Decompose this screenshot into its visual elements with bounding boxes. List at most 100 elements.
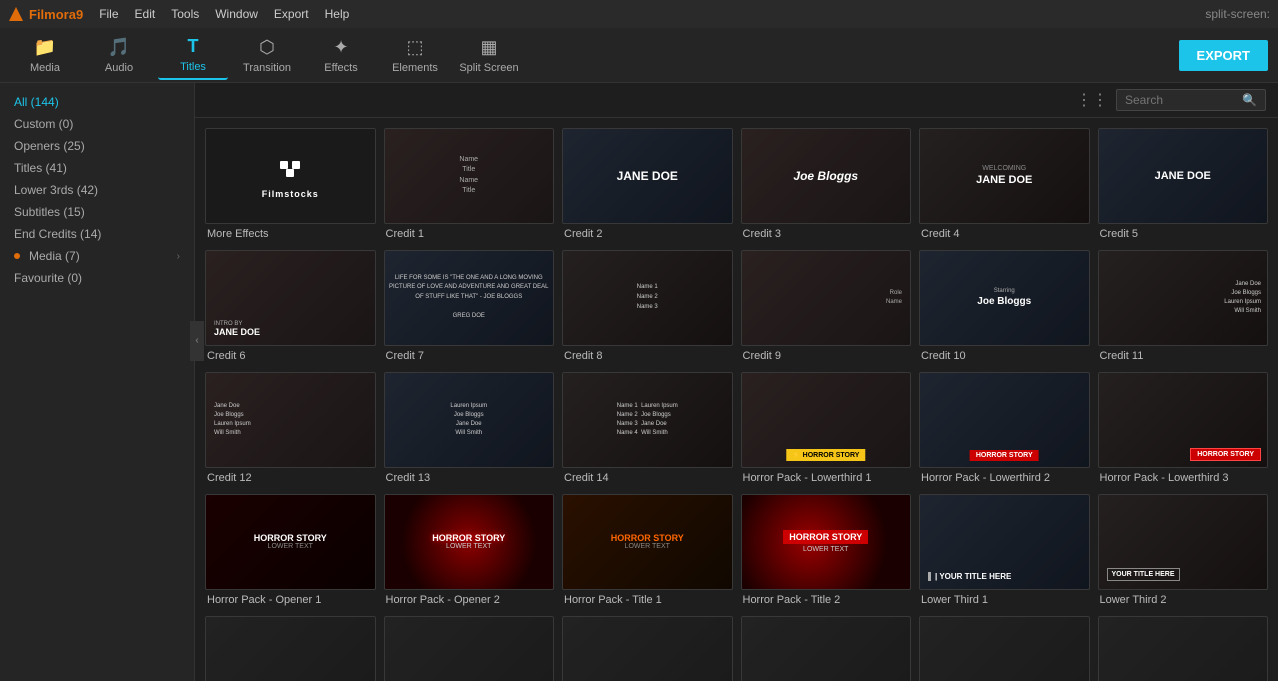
list-item[interactable]: LIFE FOR SOME IS "THE ONE AND A LONG MOV… bbox=[384, 250, 555, 364]
thumbnail-label: Credit 9 bbox=[741, 346, 912, 364]
menu-edit[interactable]: Edit bbox=[135, 7, 156, 21]
toolbar-split-screen-label: Split Screen bbox=[459, 62, 518, 74]
thumbnail-credit5: JANE DOE bbox=[1098, 128, 1269, 224]
thumbnail-horror-lower2: HORROR STORY bbox=[919, 372, 1090, 468]
list-item[interactable] bbox=[384, 616, 555, 681]
list-item[interactable] bbox=[741, 616, 912, 681]
list-item[interactable]: Starring Joe Bloggs Credit 10 bbox=[919, 250, 1090, 364]
thumbnail-lower-third2: YOUR TITLE HERE bbox=[1098, 494, 1269, 590]
toolbar-effects[interactable]: ✦ Effects bbox=[306, 30, 376, 80]
toolbar-titles[interactable]: T Titles bbox=[158, 30, 228, 80]
app-logo: Filmora9 bbox=[8, 6, 83, 22]
thumbnail-credit11: Jane DoeJoe BloggsLauren IpsumWill Smith bbox=[1098, 250, 1269, 346]
list-item[interactable]: YOUR TITLE HERE Lower Third 2 bbox=[1098, 494, 1269, 608]
list-item[interactable]: HORROR STORY Horror Pack - Lowerthird 3 bbox=[1098, 372, 1269, 486]
thumbnail-label: Credit 3 bbox=[741, 224, 912, 242]
menu-file[interactable]: File bbox=[99, 7, 118, 21]
sidebar-item-custom[interactable]: Custom (0) bbox=[0, 113, 194, 135]
thumbnail-horror-title2: HORROR STORY LOWER TEXT bbox=[741, 494, 912, 590]
toolbar-audio[interactable]: 🎵 Audio bbox=[84, 30, 154, 80]
transition-icon: ⬡ bbox=[259, 37, 275, 58]
menu-window[interactable]: Window bbox=[215, 7, 258, 21]
toolbar-media[interactable]: 📁 Media bbox=[10, 30, 80, 80]
grid-area: ⋮⋮ 🔍 Filmstocks bbox=[195, 83, 1278, 681]
toolbar-elements[interactable]: ⬚ Elements bbox=[380, 30, 450, 80]
thumbnail-label: Horror Pack - Lowerthird 3 bbox=[1098, 468, 1269, 486]
sidebar-item-lower3rds[interactable]: Lower 3rds (42) bbox=[0, 179, 194, 201]
media-arrow-icon: › bbox=[177, 251, 180, 262]
sidebar-item-end-credits[interactable]: End Credits (14) bbox=[0, 223, 194, 245]
thumbnail-more-effects: Filmstocks bbox=[205, 128, 376, 224]
sidebar-item-favourite[interactable]: Favourite (0) bbox=[0, 267, 194, 289]
thumbnail-label: Credit 1 bbox=[384, 224, 555, 242]
sidebar-item-subtitles[interactable]: Subtitles (15) bbox=[0, 201, 194, 223]
sidebar-collapse-button[interactable]: ‹ bbox=[190, 321, 204, 361]
list-item[interactable] bbox=[562, 616, 733, 681]
list-item[interactable]: Lauren IpsumJoe BloggsJane DoeWill Smith… bbox=[384, 372, 555, 486]
export-button[interactable]: EXPORT bbox=[1179, 40, 1268, 71]
list-item[interactable]: Name 1Name 2Name 3 Credit 8 bbox=[562, 250, 733, 364]
list-item[interactable]: JANE DOE Credit 2 bbox=[562, 128, 733, 242]
list-item[interactable]: JANE DOE Credit 5 bbox=[1098, 128, 1269, 242]
titles-icon: T bbox=[188, 36, 199, 57]
app-name: Filmora9 bbox=[29, 7, 83, 22]
list-item[interactable]: Filmstocks More Effects bbox=[205, 128, 376, 242]
list-item[interactable]: | YOUR TITLE HERE Lower Third 1 bbox=[919, 494, 1090, 608]
thumbnail-credit14: Name 1 Lauren Ipsum Name 2 Joe Bloggs Na… bbox=[562, 372, 733, 468]
sidebar-item-media[interactable]: Media (7) › bbox=[0, 245, 194, 267]
main-content: All (144) Custom (0) Openers (25) Titles… bbox=[0, 83, 1278, 681]
split-screen-icon: ▦ bbox=[480, 37, 497, 58]
menu-help[interactable]: Help bbox=[325, 7, 350, 21]
thumbnail-label: Credit 10 bbox=[919, 346, 1090, 364]
toolbar-effects-label: Effects bbox=[324, 62, 357, 74]
grid-view-toggle[interactable]: ⋮⋮ bbox=[1076, 90, 1108, 110]
thumbnail-placeholder4 bbox=[741, 616, 912, 681]
thumbnail-horror-opener1: HORROR STORY LOWER TEXT bbox=[205, 494, 376, 590]
thumbnail-label: Credit 13 bbox=[384, 468, 555, 486]
toolbar-transition[interactable]: ⬡ Transition bbox=[232, 30, 302, 80]
list-item[interactable]: Joe Bloggs Credit 3 bbox=[741, 128, 912, 242]
thumbnail-placeholder6 bbox=[1098, 616, 1269, 681]
list-item[interactable]: HORROR STORY LOWER TEXT Horror Pack - Ti… bbox=[741, 494, 912, 608]
list-item[interactable]: HORROR STORY Horror Pack - Lowerthird 2 bbox=[919, 372, 1090, 486]
elements-icon: ⬚ bbox=[406, 37, 423, 58]
list-item[interactable]: NameTitleNameTitle Credit 1 bbox=[384, 128, 555, 242]
toolbar: 📁 Media 🎵 Audio T Titles ⬡ Transition ✦ … bbox=[0, 28, 1278, 83]
thumbnail-credit4: WELCOMING JANE DOE bbox=[919, 128, 1090, 224]
thumbnail-label: Credit 14 bbox=[562, 468, 733, 486]
list-item[interactable]: HORROR STORY LOWER TEXT Horror Pack - Op… bbox=[384, 494, 555, 608]
menu-export[interactable]: Export bbox=[274, 7, 309, 21]
menu-tools[interactable]: Tools bbox=[171, 7, 199, 21]
thumbnail-credit13: Lauren IpsumJoe BloggsJane DoeWill Smith bbox=[384, 372, 555, 468]
sidebar-item-all[interactable]: All (144) bbox=[0, 91, 194, 113]
sidebar: All (144) Custom (0) Openers (25) Titles… bbox=[0, 83, 195, 681]
list-item[interactable]: HORROR STORY LOWER TEXT Horror Pack - Op… bbox=[205, 494, 376, 608]
list-item[interactable]: RoleName Credit 9 bbox=[741, 250, 912, 364]
toolbar-media-label: Media bbox=[30, 62, 60, 74]
toolbar-titles-label: Titles bbox=[180, 61, 206, 73]
thumbnail-label: Credit 11 bbox=[1098, 346, 1269, 364]
media-dot-indicator bbox=[14, 253, 20, 259]
thumbnail-label: Horror Pack - Opener 2 bbox=[384, 590, 555, 608]
media-icon: 📁 bbox=[34, 37, 56, 58]
list-item[interactable]: ⚡ HORROR STORY Horror Pack - Lowerthird … bbox=[741, 372, 912, 486]
sidebar-item-titles[interactable]: Titles (41) bbox=[0, 157, 194, 179]
search-input[interactable] bbox=[1125, 93, 1237, 107]
search-box: 🔍 bbox=[1116, 89, 1266, 111]
list-item[interactable]: HORROR STORY LOWER TEXT Horror Pack - Ti… bbox=[562, 494, 733, 608]
list-item[interactable]: WELCOMING JANE DOE Credit 4 bbox=[919, 128, 1090, 242]
toolbar-split-screen[interactable]: ▦ Split Screen bbox=[454, 30, 524, 80]
thumbnail-lower-third1: | YOUR TITLE HERE bbox=[919, 494, 1090, 590]
list-item[interactable] bbox=[205, 616, 376, 681]
list-item[interactable] bbox=[919, 616, 1090, 681]
thumbnail-credit7: LIFE FOR SOME IS "THE ONE AND A LONG MOV… bbox=[384, 250, 555, 346]
thumbnail-horror-lower3: HORROR STORY bbox=[1098, 372, 1269, 468]
sidebar-item-openers[interactable]: Openers (25) bbox=[0, 135, 194, 157]
list-item[interactable]: Jane DoeJoe BloggsLauren IpsumWill Smith… bbox=[1098, 250, 1269, 364]
list-item[interactable]: Jane DoeJoe BloggsLauren IpsumWill Smith… bbox=[205, 372, 376, 486]
list-item[interactable] bbox=[1098, 616, 1269, 681]
list-item[interactable]: Name 1 Lauren Ipsum Name 2 Joe Bloggs Na… bbox=[562, 372, 733, 486]
grid-header: ⋮⋮ 🔍 bbox=[195, 83, 1278, 118]
thumbnail-credit3: Joe Bloggs bbox=[741, 128, 912, 224]
list-item[interactable]: INTRO BY JANE DOE Credit 6 bbox=[205, 250, 376, 364]
